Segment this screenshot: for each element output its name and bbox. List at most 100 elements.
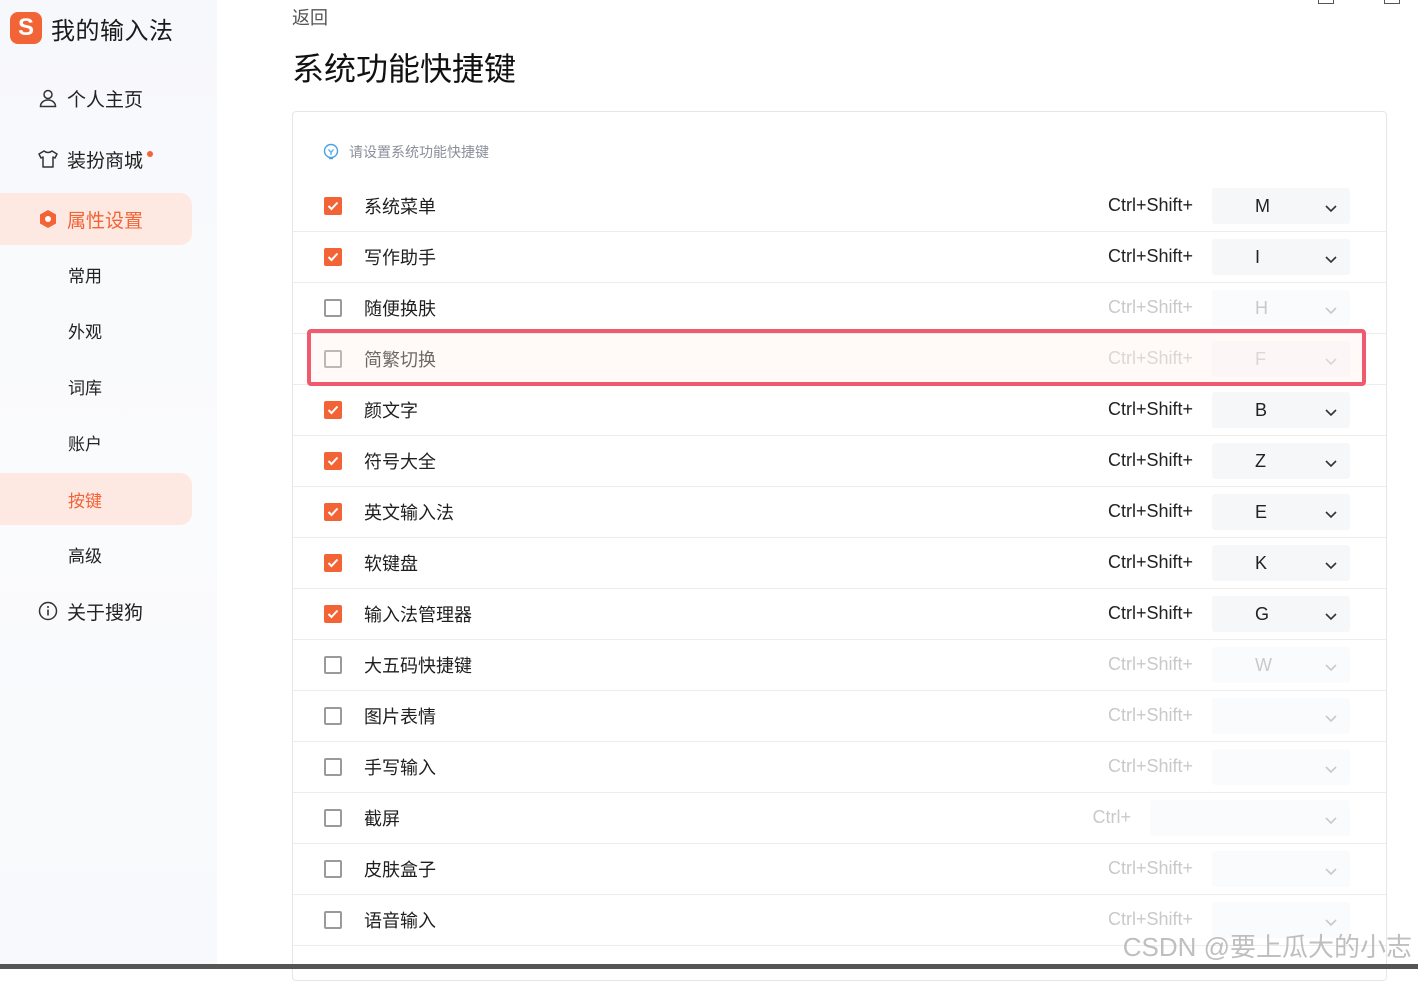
shortcut-prefix: Ctrl+Shift+ <box>1107 705 1193 725</box>
sidebar-subitem-appearance[interactable]: 外观 <box>0 304 192 356</box>
chevron-down-icon <box>1324 200 1338 213</box>
key-select[interactable]: I <box>1212 239 1350 275</box>
lightbulb-icon <box>322 143 340 161</box>
shortcut-row: 写作助手 Ctrl+Shift+ I <box>293 232 1386 283</box>
shortcut-row: 截屏 Ctrl+ <box>293 793 1386 844</box>
highlight-box <box>307 329 1366 386</box>
watermark: CSDN @要上瓜大的小志 <box>1122 932 1412 962</box>
settings-hexagon-icon <box>37 208 59 230</box>
shortcut-checkbox[interactable] <box>324 656 342 674</box>
chevron-down-icon <box>1324 251 1338 264</box>
app-title: 我的输入法 <box>51 16 174 45</box>
key-select-value: G <box>1255 604 1270 624</box>
sidebar-item-shop[interactable]: 装扮商城 <box>0 133 192 185</box>
sidebar-subitem-dictionary[interactable]: 词库 <box>0 360 192 412</box>
key-select[interactable]: M <box>1212 188 1350 224</box>
shortcut-checkbox[interactable] <box>324 299 342 317</box>
shortcut-row: 英文输入法 Ctrl+Shift+ E <box>293 487 1386 538</box>
shortcut-checkbox[interactable] <box>324 707 342 725</box>
chevron-down-icon <box>1324 863 1338 876</box>
shirt-icon <box>37 148 59 170</box>
shortcut-label: 软键盘 <box>364 554 418 575</box>
shortcut-prefix: Ctrl+Shift+ <box>1107 858 1193 878</box>
sidebar-item-about[interactable]: 关于搜狗 <box>0 585 192 637</box>
shortcut-row: 符号大全 Ctrl+Shift+ Z <box>293 436 1386 487</box>
chevron-down-icon <box>1324 710 1338 723</box>
sidebar-subitem-keys[interactable]: 按键 <box>0 473 192 525</box>
shortcut-checkbox[interactable] <box>324 605 342 623</box>
sidebar-subitem-common[interactable]: 常用 <box>0 248 192 300</box>
key-select[interactable]: G <box>1212 596 1350 632</box>
shortcut-prefix: Ctrl+Shift+ <box>1107 246 1193 266</box>
key-select[interactable]: B <box>1212 392 1350 428</box>
key-select[interactable] <box>1212 698 1350 734</box>
key-select[interactable]: W <box>1212 647 1350 683</box>
shortcut-label: 截屏 <box>364 809 400 830</box>
sidebar-subitem-account[interactable]: 账户 <box>0 416 192 468</box>
chevron-down-icon <box>1324 404 1338 417</box>
key-select-value: B <box>1255 400 1268 420</box>
chevron-down-icon <box>1324 914 1338 927</box>
feedback-icon[interactable] <box>1318 0 1334 4</box>
sidebar-item-settings[interactable]: 属性设置 <box>0 193 192 245</box>
shortcut-label: 英文输入法 <box>364 503 454 524</box>
shortcut-label: 语音输入 <box>364 911 436 932</box>
shortcut-checkbox[interactable] <box>324 248 342 266</box>
shortcut-row: 随便换肤 Ctrl+Shift+ H <box>293 283 1386 334</box>
key-select-value: I <box>1255 247 1261 267</box>
key-select-value: W <box>1255 655 1272 675</box>
chevron-down-icon <box>1324 302 1338 315</box>
shortcut-prefix: Ctrl+Shift+ <box>1107 501 1193 521</box>
shortcut-prefix: Ctrl+Shift+ <box>1107 552 1193 572</box>
sidebar-item-profile[interactable]: 个人主页 <box>0 72 192 124</box>
info-icon <box>37 600 59 622</box>
shortcut-label: 系统菜单 <box>364 197 436 218</box>
shortcut-checkbox[interactable] <box>324 758 342 776</box>
key-select[interactable]: Z <box>1212 443 1350 479</box>
sidebar-subitem-advanced[interactable]: 高级 <box>0 528 192 580</box>
shortcut-row: 皮肤盒子 Ctrl+Shift+ <box>293 844 1386 895</box>
shortcut-checkbox[interactable] <box>324 452 342 470</box>
shortcut-label: 符号大全 <box>364 452 436 473</box>
minimize-icon[interactable] <box>1384 0 1400 4</box>
key-select[interactable] <box>1212 851 1350 887</box>
back-link[interactable]: 返回 <box>292 4 328 30</box>
chevron-down-icon <box>1324 608 1338 621</box>
shortcut-prefix: Ctrl+Shift+ <box>1107 450 1193 470</box>
shortcut-label: 图片表情 <box>364 707 436 728</box>
shortcut-checkbox[interactable] <box>324 554 342 572</box>
key-select[interactable] <box>1212 749 1350 785</box>
shortcut-label: 输入法管理器 <box>364 605 472 626</box>
hint: 请设置系统功能快捷键 <box>322 142 489 162</box>
shortcut-prefix: Ctrl+Shift+ <box>1107 603 1193 623</box>
shortcut-row: 图片表情 Ctrl+Shift+ <box>293 691 1386 742</box>
shortcut-checkbox[interactable] <box>324 911 342 929</box>
sidebar-item-label: 属性设置 <box>67 209 144 232</box>
shortcut-prefix: Ctrl+Shift+ <box>1107 399 1193 419</box>
shortcut-row: 系统菜单 Ctrl+Shift+ M <box>293 181 1386 232</box>
bottom-bar <box>0 964 1418 969</box>
key-select[interactable]: K <box>1212 545 1350 581</box>
shortcut-row: 软键盘 Ctrl+Shift+ K <box>293 538 1386 589</box>
key-select[interactable] <box>1150 800 1350 836</box>
shortcut-prefix: Ctrl+Shift+ <box>1107 756 1193 776</box>
shortcut-label: 手写输入 <box>364 758 436 779</box>
key-select[interactable]: H <box>1212 290 1350 326</box>
key-select[interactable]: E <box>1212 494 1350 530</box>
chevron-down-icon <box>1324 506 1338 519</box>
shortcut-prefix: Ctrl+Shift+ <box>1107 654 1193 674</box>
shortcut-label: 颜文字 <box>364 401 418 422</box>
notification-dot <box>147 151 154 157</box>
shortcut-checkbox[interactable] <box>324 503 342 521</box>
shortcut-checkbox[interactable] <box>324 809 342 827</box>
key-select-value: Z <box>1255 451 1266 471</box>
shortcut-checkbox[interactable] <box>324 197 342 215</box>
window-controls <box>1318 0 1400 4</box>
shortcut-checkbox[interactable] <box>324 860 342 878</box>
shortcut-checkbox[interactable] <box>324 401 342 419</box>
chevron-down-icon <box>1324 557 1338 570</box>
shortcut-row: 大五码快捷键 Ctrl+Shift+ W <box>293 640 1386 691</box>
sidebar-item-label: 装扮商城 <box>67 149 144 172</box>
shortcut-prefix: Ctrl+ <box>1092 807 1131 827</box>
sidebar: S 我的输入法 个人主页 装扮商城 属性设置 常用 外观 词库 账户 按键 高级… <box>0 0 217 969</box>
